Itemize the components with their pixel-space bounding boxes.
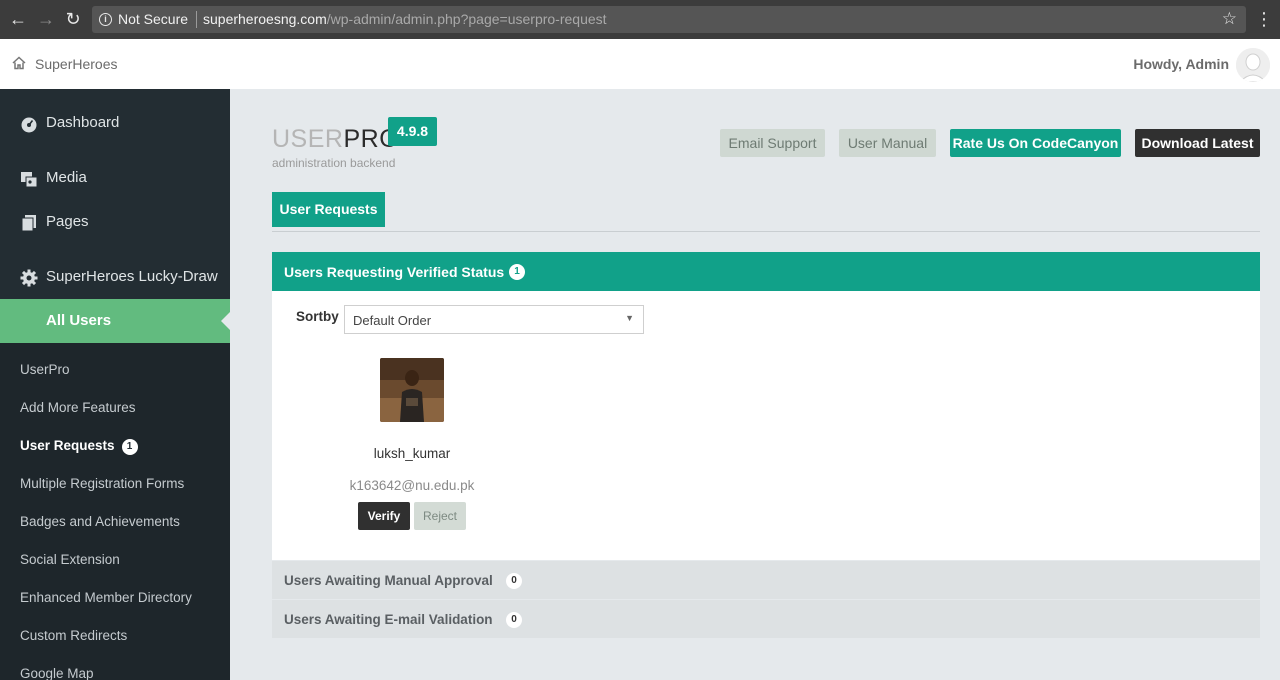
bookmark-star-icon[interactable]: ☆ xyxy=(1222,9,1237,29)
submenu-item-social-extension[interactable]: Social Extension xyxy=(20,552,120,567)
submenu-item-userpro[interactable]: UserPro xyxy=(20,362,70,377)
submenu-item-user-requests[interactable]: User Requests 1 xyxy=(20,438,138,455)
submenu-item-badges[interactable]: Badges and Achievements xyxy=(20,514,180,529)
logo-subtitle: administration backend xyxy=(272,156,396,170)
user-manual-button[interactable]: User Manual xyxy=(839,129,936,157)
browser-menu-icon[interactable]: ⋮ xyxy=(1255,9,1273,29)
version-badge: 4.9.8 xyxy=(388,117,437,146)
sidebar-item-label: Dashboard xyxy=(46,114,120,131)
howdy-greeting[interactable]: Howdy, Admin xyxy=(1133,56,1229,72)
avatar-silhouette-icon xyxy=(1236,48,1270,82)
admin-avatar[interactable] xyxy=(1236,48,1270,82)
sortby-selected-value: Default Order xyxy=(353,313,432,328)
sortby-select[interactable]: Default Order ▼ xyxy=(344,305,644,334)
sidebar-item-label: SuperHeroes Lucky-Draw xyxy=(46,268,218,285)
media-icon xyxy=(21,172,38,188)
submenu-label: Badges and Achievements xyxy=(20,514,180,529)
url-host: superheroesng.com xyxy=(203,11,327,27)
sidebar-item-label: Media xyxy=(46,169,87,186)
submenu-label: Custom Redirects xyxy=(20,628,128,643)
browser-toolbar: ← → ↻ i Not Secure superheroesng.com/wp-… xyxy=(0,0,1280,39)
panel-count-badge: 0 xyxy=(506,573,522,589)
security-label: Not Secure xyxy=(118,11,189,27)
sidebar-item-lucky-draw[interactable]: SuperHeroes Lucky-Draw xyxy=(0,257,230,297)
home-icon[interactable] xyxy=(12,56,26,70)
manual-approval-panel-header[interactable]: Users Awaiting Manual Approval 0 xyxy=(272,561,1260,599)
submenu-label: Google Map xyxy=(20,666,94,680)
sidebar-item-all-users[interactable]: All Users xyxy=(0,299,230,343)
sidebar-item-label: Pages xyxy=(46,213,89,230)
submenu-item-custom-redirects[interactable]: Custom Redirects xyxy=(20,628,127,643)
url-text[interactable]: superheroesng.com/wp-admin/admin.php?pag… xyxy=(203,11,607,27)
reject-button[interactable]: Reject xyxy=(414,502,466,530)
url-path: /wp-admin/admin.php?page=userpro-request xyxy=(326,11,607,27)
userpro-logo: USERPRO xyxy=(272,125,399,154)
submenu-item-registration-forms[interactable]: Multiple Registration Forms xyxy=(20,476,184,491)
site-name-link[interactable]: SuperHeroes xyxy=(35,56,118,72)
submenu-label: Add More Features xyxy=(20,400,136,415)
user-photo[interactable] xyxy=(380,358,444,422)
dropdown-caret-icon: ▼ xyxy=(625,313,634,323)
gear-icon xyxy=(20,269,38,287)
verified-status-panel-header[interactable]: Users Requesting Verified Status 1 xyxy=(272,252,1260,291)
url-divider xyxy=(196,11,197,28)
sidebar-item-dashboard[interactable]: Dashboard xyxy=(0,103,230,143)
panel-title: Users Awaiting Manual Approval xyxy=(284,573,493,588)
info-icon[interactable]: i xyxy=(99,13,112,26)
rate-codecanyon-button[interactable]: Rate Us On CodeCanyon xyxy=(950,129,1121,157)
panel-count-badge: 1 xyxy=(509,264,525,280)
submenu-item-add-more-features[interactable]: Add More Features xyxy=(20,400,136,415)
request-username[interactable]: luksh_kumar xyxy=(332,446,492,461)
submenu-label: UserPro xyxy=(20,362,70,377)
panel-title: Users Requesting Verified Status xyxy=(284,264,505,280)
sidebar-item-label: All Users xyxy=(46,312,112,329)
tab-divider xyxy=(272,231,1260,232)
request-count-badge: 1 xyxy=(121,439,138,455)
submenu-label: User Requests xyxy=(20,438,115,453)
download-latest-button[interactable]: Download Latest xyxy=(1135,129,1260,157)
address-bar[interactable]: i Not Secure superheroesng.com/wp-admin/… xyxy=(92,6,1246,33)
reload-icon[interactable]: ↻ xyxy=(63,9,83,29)
sidebar-item-pages[interactable]: Pages xyxy=(0,202,230,242)
verify-button[interactable]: Verify xyxy=(358,502,410,530)
panel-title: Users Awaiting E-mail Validation xyxy=(284,612,493,627)
email-validation-panel-header[interactable]: Users Awaiting E-mail Validation 0 xyxy=(272,600,1260,638)
submenu-item-google-map[interactable]: Google Map xyxy=(20,666,94,680)
request-email: k163642@nu.edu.pk xyxy=(349,478,475,493)
user-photo-image xyxy=(380,358,444,422)
tab-user-requests[interactable]: User Requests xyxy=(272,192,385,227)
sidebar-item-media[interactable]: Media xyxy=(0,158,230,198)
submenu-label: Social Extension xyxy=(20,552,120,567)
submenu-label: Enhanced Member Directory xyxy=(20,590,192,605)
back-icon[interactable]: ← xyxy=(8,9,28,29)
submenu-label: Multiple Registration Forms xyxy=(20,476,185,491)
sidebar-submenu: UserPro Add More Features User Requests 1… xyxy=(0,343,230,680)
dashboard-icon xyxy=(21,117,37,133)
logo-light-text: USER xyxy=(272,125,344,153)
current-menu-arrow xyxy=(221,312,230,330)
pages-icon xyxy=(21,215,36,232)
submenu-item-member-directory[interactable]: Enhanced Member Directory xyxy=(20,590,192,605)
email-support-button[interactable]: Email Support xyxy=(720,129,825,157)
sortby-label: Sortby xyxy=(296,309,339,324)
forward-icon[interactable]: → xyxy=(36,9,56,29)
panel-count-badge: 0 xyxy=(506,612,522,628)
admin-topbar: SuperHeroes Howdy, Admin xyxy=(0,39,1280,89)
admin-sidebar: Dashboard Media Pages SuperHeroes Lucky-… xyxy=(0,89,230,680)
